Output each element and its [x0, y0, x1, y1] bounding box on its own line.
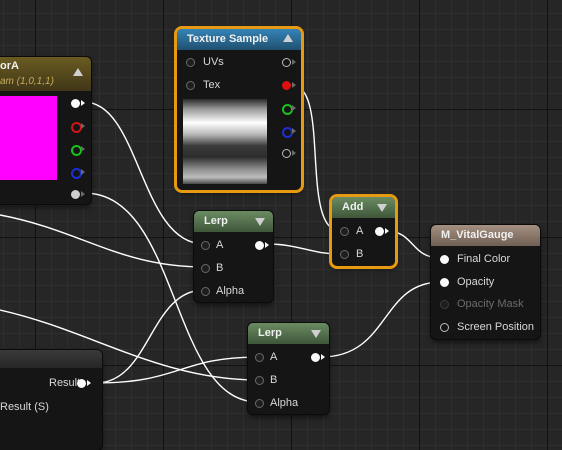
result-node-header[interactable]	[0, 350, 102, 368]
expand-arrow-icon[interactable]	[377, 204, 387, 212]
lerp-node-1-title: Lerp	[204, 215, 228, 227]
input-pin-final-color[interactable]: Final Color	[440, 253, 510, 265]
wire-lerp1-to-add-b	[265, 243, 341, 255]
material-output-node[interactable]: M_VitalGauge Final Color Opacity Opacity…	[431, 225, 540, 339]
input-pin-b[interactable]: B	[340, 248, 363, 260]
collapse-arrow-icon[interactable]	[73, 68, 83, 76]
lerp-node-2-header[interactable]: Lerp	[248, 323, 329, 344]
texture-sample-header[interactable]: Texture Sample	[177, 29, 301, 50]
lerp-node-2[interactable]: Lerp A B Alpha	[248, 323, 329, 414]
texture-sample-node[interactable]: Texture Sample UVs Tex	[177, 29, 301, 190]
add-node[interactable]: Add A B	[332, 197, 395, 266]
wire-left-to-lerp1-b	[0, 214, 205, 268]
constant-vector-node[interactable]: orA am (1,0,1,1)	[0, 57, 91, 204]
result-node[interactable]: Result Result (S)	[0, 350, 102, 450]
add-node-header[interactable]: Add	[332, 197, 395, 218]
color-preview-swatch	[0, 96, 57, 180]
input-pin-a[interactable]: A	[340, 225, 363, 237]
material-output-header[interactable]: M_VitalGauge	[431, 225, 540, 246]
input-pin-a[interactable]: A	[255, 351, 277, 363]
add-node-title: Add	[342, 201, 364, 213]
input-pin-uvs[interactable]: UVs	[186, 56, 224, 68]
input-pin-alpha[interactable]: Alpha	[201, 285, 244, 297]
lerp-node-2-title: Lerp	[258, 327, 282, 339]
collapse-arrow-icon[interactable]	[283, 34, 293, 42]
expand-arrow-icon[interactable]	[311, 330, 321, 338]
lerp-node-1-header[interactable]: Lerp	[194, 211, 273, 232]
input-pin-b[interactable]: B	[255, 374, 277, 386]
constant-vector-header[interactable]: orA am (1,0,1,1)	[0, 57, 91, 91]
wire-result-to-lerp1-alpha	[95, 289, 205, 384]
input-pin-alpha[interactable]: Alpha	[255, 397, 298, 409]
constant-vector-subtitle: am (1,0,1,1)	[0, 76, 54, 87]
lerp-node-1[interactable]: Lerp A B Alpha	[194, 211, 273, 302]
wire-lerp2-to-opacity	[320, 281, 442, 358]
input-pin-screen-position[interactable]: Screen Position	[440, 321, 534, 333]
output-pin-result[interactable]: Result	[49, 377, 91, 389]
input-pin-b[interactable]: B	[201, 262, 223, 274]
output-label-result-s: Result (S)	[0, 401, 49, 413]
input-pin-tex[interactable]: Tex	[186, 79, 220, 91]
texture-sample-title: Texture Sample	[187, 33, 269, 45]
expand-arrow-icon[interactable]	[255, 218, 265, 226]
texture-preview-image	[183, 99, 267, 184]
input-pin-opacity[interactable]: Opacity	[440, 276, 494, 288]
input-pin-opacity-mask: Opacity Mask	[440, 298, 524, 310]
input-pin-a[interactable]: A	[201, 239, 223, 251]
material-output-title: M_VitalGauge	[441, 229, 514, 241]
